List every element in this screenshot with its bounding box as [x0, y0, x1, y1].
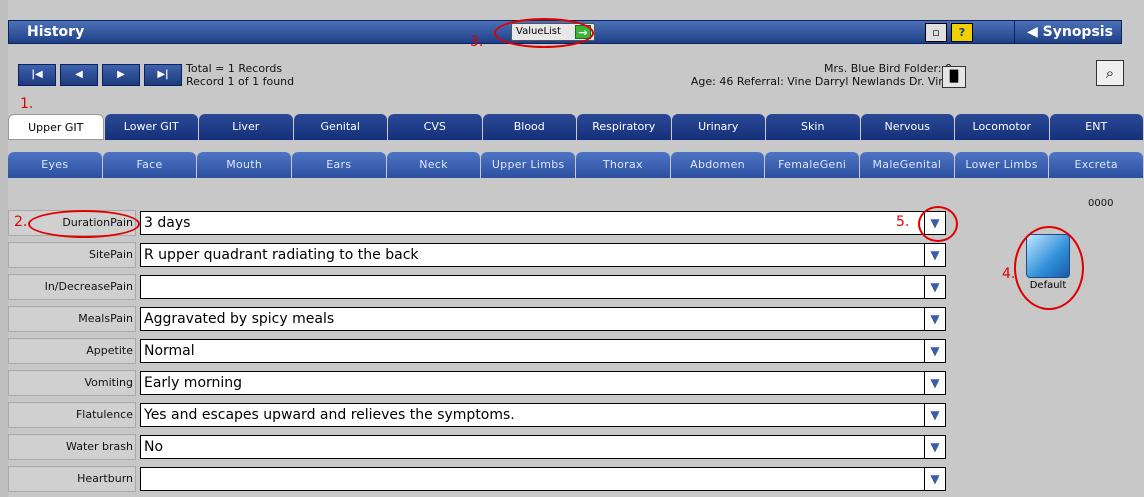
- window-title: History: [27, 24, 85, 40]
- annotation-3: 3.: [470, 34, 484, 50]
- previous-record-button[interactable]: ◀: [60, 64, 98, 86]
- annotation-ellipse-label: [28, 210, 140, 238]
- tab-locomotor[interactable]: Locomotor: [955, 114, 1049, 140]
- first-record-button[interactable]: |◀: [18, 64, 56, 86]
- tab-upper-limbs[interactable]: Upper Limbs: [481, 152, 576, 178]
- tab-urinary[interactable]: Urinary: [671, 114, 765, 140]
- record-code: 0000: [1088, 198, 1114, 209]
- chevron-down-icon[interactable]: ▼: [924, 403, 946, 427]
- annotation-2: 2.: [14, 214, 28, 230]
- patient-name-folder: Mrs. Blue Bird Folder: 0: [824, 62, 952, 75]
- flatulence-field[interactable]: Yes and escapes upward and relieves the …: [140, 403, 930, 427]
- restore-button[interactable]: ▫: [925, 23, 947, 42]
- tab-ent[interactable]: ENT: [1049, 114, 1143, 140]
- annotation-ellipse-dropdown: [918, 206, 958, 242]
- synopsis-button[interactable]: ◀ Synopsis: [1014, 20, 1122, 44]
- field-label: Water brash: [8, 434, 136, 460]
- tab-row-regions: Eyes Face Mouth Ears Neck Upper Limbs Th…: [8, 152, 1144, 178]
- tab-lower-limbs[interactable]: Lower Limbs: [954, 152, 1049, 178]
- tab-lower-git[interactable]: Lower GIT: [104, 114, 198, 140]
- field-label: Heartburn: [8, 466, 136, 492]
- in-decrease-pain-field[interactable]: [140, 275, 930, 299]
- tab-ears[interactable]: Ears: [292, 152, 386, 178]
- tab-genital[interactable]: Genital: [293, 114, 387, 140]
- chevron-down-icon[interactable]: ▼: [924, 339, 946, 363]
- next-record-button[interactable]: ▶: [102, 64, 140, 86]
- tab-nervous[interactable]: Nervous: [860, 114, 954, 140]
- tab-face[interactable]: Face: [102, 152, 197, 178]
- tab-liver[interactable]: Liver: [199, 114, 293, 140]
- field-label: Flatulence: [8, 402, 136, 428]
- bar-chart-icon: ▐▌: [945, 70, 963, 83]
- meals-pain-field[interactable]: Aggravated by spicy meals: [140, 307, 930, 331]
- field-label: Vomiting: [8, 370, 136, 396]
- tab-cvs[interactable]: CVS: [388, 114, 482, 140]
- annotation-ellipse-default: [1014, 226, 1084, 310]
- graph-button[interactable]: ▐▌: [942, 66, 966, 88]
- field-label: SitePain: [8, 242, 136, 268]
- record-count: Total = 1 Records Record 1 of 1 found: [186, 62, 294, 88]
- annotation-1: 1.: [20, 96, 34, 112]
- chevron-down-icon[interactable]: ▼: [924, 371, 946, 395]
- tab-row-systems: Upper GIT Lower GIT Liver Genital CVS Bl…: [8, 114, 1144, 140]
- chevron-down-icon[interactable]: ▼: [924, 467, 946, 491]
- last-record-button[interactable]: ▶|: [144, 64, 182, 86]
- records-bar: |◀ ◀ ▶ ▶| Total = 1 Records Record 1 of …: [8, 52, 1124, 94]
- chevron-down-icon[interactable]: ▼: [924, 243, 946, 267]
- tab-thorax[interactable]: Thorax: [576, 152, 670, 178]
- heartburn-field[interactable]: [140, 467, 930, 491]
- records-total: Total = 1 Records: [186, 62, 283, 75]
- tab-abdomen[interactable]: Abdomen: [670, 152, 765, 178]
- patient-info: Mrs. Blue Bird Folder: 0 Age: 46 Referra…: [691, 62, 952, 88]
- tab-eyes[interactable]: Eyes: [8, 152, 102, 178]
- field-label: MealsPain: [8, 306, 136, 332]
- tab-male-genital[interactable]: MaleGenital: [860, 152, 954, 178]
- patient-age-referral: Age: 46 Referral: Vine Darryl Newlands D…: [690, 75, 952, 88]
- tab-blood[interactable]: Blood: [482, 114, 576, 140]
- chevron-down-icon[interactable]: ▼: [924, 307, 946, 331]
- field-label: Appetite: [8, 338, 136, 364]
- help-button[interactable]: ?: [951, 23, 973, 42]
- tab-upper-git[interactable]: Upper GIT: [8, 114, 104, 140]
- tab-excreta[interactable]: Excreta: [1049, 152, 1144, 178]
- field-label: In/DecreasePain: [8, 274, 136, 300]
- appetite-field[interactable]: Normal: [140, 339, 930, 363]
- tab-neck[interactable]: Neck: [386, 152, 481, 178]
- tab-mouth[interactable]: Mouth: [197, 152, 292, 178]
- records-found: Record 1 of 1 found: [186, 75, 295, 88]
- tab-skin[interactable]: Skin: [766, 114, 860, 140]
- chevron-down-icon[interactable]: ▼: [924, 275, 946, 299]
- preview-button[interactable]: ⌕: [1096, 60, 1124, 86]
- site-pain-field[interactable]: R upper quadrant radiating to the back: [140, 243, 930, 267]
- tab-female-genital[interactable]: FemaleGeni: [765, 152, 860, 178]
- magnifier-icon: ⌕: [1105, 64, 1115, 82]
- vomiting-field[interactable]: Early morning: [140, 371, 930, 395]
- chevron-down-icon[interactable]: ▼: [924, 435, 946, 459]
- duration-pain-field[interactable]: 3 days: [140, 211, 930, 235]
- annotation-ellipse-valuelist: [494, 18, 594, 48]
- annotation-5: 5.: [896, 214, 910, 230]
- water-brash-field[interactable]: No: [140, 435, 930, 459]
- tab-respiratory[interactable]: Respiratory: [577, 114, 671, 140]
